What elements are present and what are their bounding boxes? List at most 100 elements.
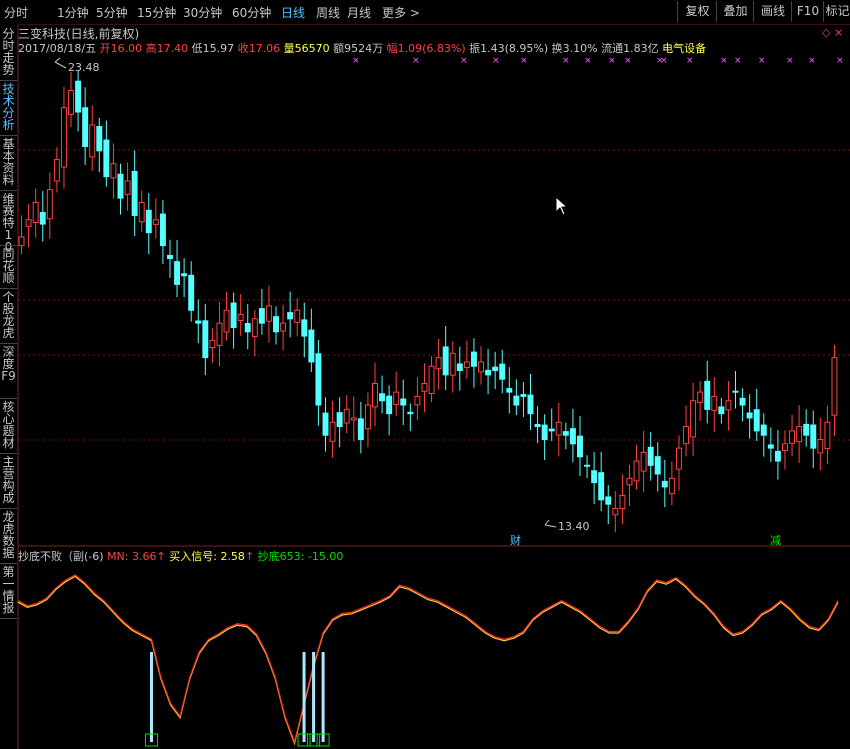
sidebar-item-1[interactable]: 技术分析: [1, 83, 16, 133]
sidebar-item-4[interactable]: 同花顺: [1, 248, 16, 286]
mn-label: MN:: [107, 550, 129, 563]
candle-body: [202, 320, 209, 359]
candle-body: [379, 393, 386, 402]
candle-body: [400, 398, 407, 406]
tab-2[interactable]: 5分钟: [96, 4, 128, 21]
toolbar-button-0[interactable]: 复权: [677, 1, 717, 22]
open-value: 16.00: [110, 42, 143, 55]
indicator-line-yellow: [17, 575, 839, 746]
turnover-label: 换: [551, 42, 563, 55]
toolbar-button-1[interactable]: 叠加: [716, 1, 754, 22]
candle-body: [152, 219, 159, 225]
tab-9[interactable]: 更多 >: [382, 4, 420, 21]
candle-body: [725, 400, 732, 411]
sidebar-divider: [0, 288, 17, 289]
indicator-legend: 抄底不败（副(-6) MN: 3.66↑ 买入信号: 2.58↑ 抄底653: …: [18, 548, 343, 564]
candle-body: [824, 421, 831, 449]
sidebar-item-6[interactable]: 深度F9: [1, 346, 16, 396]
candle-body: [329, 421, 336, 442]
candle-body: [39, 211, 46, 225]
candle-body: [760, 424, 767, 436]
candle-body: [485, 369, 492, 376]
candle-body: [46, 189, 53, 220]
candle-body: [449, 352, 456, 376]
sidebar-divider: [0, 343, 17, 344]
candle-body: [569, 428, 576, 445]
candle-body: [683, 426, 689, 445]
candle-body: [25, 219, 32, 227]
sidebar-divider: [0, 135, 17, 136]
event-label-reduce[interactable]: 减: [770, 532, 781, 548]
candle-body: [456, 363, 463, 372]
toolbar-button-4[interactable]: 标记: [823, 1, 850, 22]
sidebar-item-10[interactable]: 第一情报: [1, 566, 16, 616]
candle-body: [654, 456, 661, 475]
candle-body: [478, 361, 484, 373]
max-arrow-icon: [54, 57, 67, 69]
candle-body: [223, 309, 230, 333]
sidebar-item-9[interactable]: 龙虎数据: [1, 511, 16, 561]
sidebar-divider: [0, 563, 17, 564]
sidebar-item-8[interactable]: 主营构成: [1, 456, 16, 506]
tab-5[interactable]: 60分钟: [232, 4, 271, 21]
toolbar-button-3[interactable]: F10: [791, 1, 824, 22]
sidebar-item-0[interactable]: 分时走势: [1, 28, 16, 78]
candle-body: [216, 322, 223, 346]
event-mark: ×: [786, 56, 794, 66]
indicator-name[interactable]: 抄底不败（副(-6): [18, 550, 104, 563]
toolbar-button-2[interactable]: 画线: [753, 1, 792, 22]
candle-body: [407, 411, 414, 415]
candle-body: [110, 163, 117, 179]
sidebar-divider: [0, 618, 17, 619]
candle-body: [68, 89, 74, 115]
candle-body: [343, 408, 350, 424]
amount-value: 9524万: [344, 42, 384, 55]
event-mark: ×: [686, 56, 694, 66]
sidebar-divider: [0, 190, 17, 191]
event-mark: ×: [412, 56, 420, 66]
candle-body: [442, 346, 449, 376]
candle-body: [584, 464, 591, 467]
sidebar-item-7[interactable]: 核心题材: [1, 401, 16, 451]
candle-body: [796, 426, 803, 443]
candle-body: [675, 447, 682, 470]
chart-canvas[interactable]: × × × × × × × × × ×× × × × × × × ×: [0, 0, 850, 749]
tab-1[interactable]: 1分钟: [57, 4, 89, 21]
high-label: 高: [145, 42, 157, 55]
sidebar-item-3[interactable]: 维赛特10: [1, 193, 16, 253]
event-mark: ×: [520, 56, 528, 66]
tab-7[interactable]: 周线: [316, 4, 340, 21]
buy-label: 买入信号:: [169, 550, 217, 563]
candle-body: [513, 395, 520, 406]
candle-body: [499, 363, 506, 380]
turnover-value: 3.10%: [562, 42, 598, 55]
close-icon[interactable]: ◇ ×: [822, 26, 843, 39]
candle-body: [541, 424, 548, 441]
candle-body: [690, 400, 697, 438]
bottom-value: -15.00: [307, 550, 344, 563]
candle-body: [89, 124, 96, 158]
candle-body: [188, 274, 195, 311]
arrow-up-icon: ↑: [156, 550, 166, 563]
candle-body: [704, 380, 711, 410]
tab-3[interactable]: 15分钟: [137, 4, 176, 21]
event-mark: ×: [608, 56, 616, 66]
candle-body: [195, 320, 202, 324]
indicator: [17, 574, 839, 747]
tab-0[interactable]: 分时: [4, 4, 28, 21]
tab-6[interactable]: 日线: [281, 4, 305, 21]
candle-body: [294, 309, 301, 323]
low-label: 低: [191, 42, 203, 55]
tab-8[interactable]: 月线: [347, 4, 371, 21]
candle-body: [131, 170, 138, 216]
candle-body: [421, 382, 428, 392]
candle-body: [626, 477, 633, 486]
candle-body: [230, 302, 237, 328]
high-value: 17.40: [156, 42, 189, 55]
event-label-finance[interactable]: 财: [510, 532, 521, 548]
tab-4[interactable]: 30分钟: [183, 4, 222, 21]
sidebar-item-2[interactable]: 基本资料: [1, 138, 16, 188]
sidebar-divider: [0, 245, 17, 246]
candle-body: [103, 139, 110, 178]
sidebar-item-5[interactable]: 个股龙虎: [1, 291, 16, 341]
